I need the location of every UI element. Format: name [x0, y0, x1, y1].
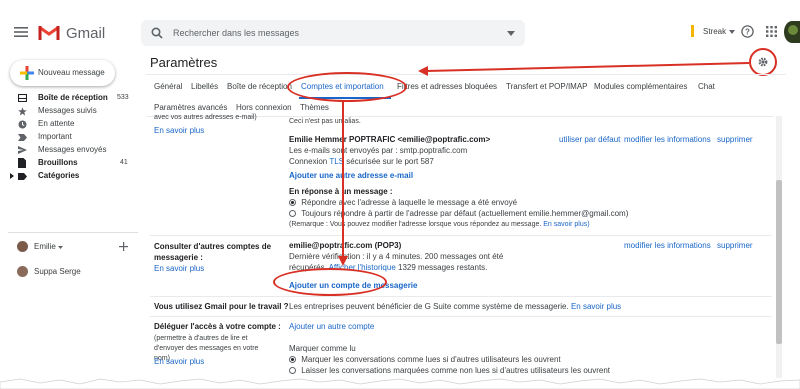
gear-to-tab-arrowhead	[418, 66, 428, 76]
annotation-arrows	[338, 62, 750, 266]
tab-to-add-account-arrowhead	[338, 256, 348, 266]
torn-edge	[0, 378, 800, 389]
gear-to-tab-arrow	[425, 62, 750, 72]
